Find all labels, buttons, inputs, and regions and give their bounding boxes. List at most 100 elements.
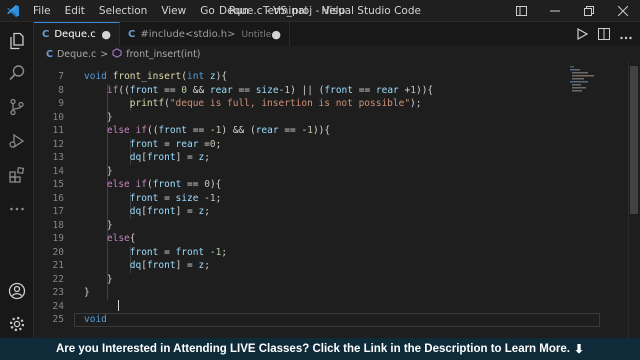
banner-text: Are you Interested in Attending LIVE Cla… (55, 343, 570, 355)
code-text: dq[front] = z; (129, 206, 210, 217)
code-line: 9 printf("deque is full, insertion is no… (34, 97, 604, 111)
menu-run[interactable]: Run (222, 0, 256, 22)
unsaved-dot-icon[interactable]: ● (271, 28, 281, 41)
activity-bar (0, 22, 34, 338)
more-actions-icon[interactable] (620, 25, 632, 44)
vertical-scrollbar[interactable] (628, 62, 638, 338)
code-text: front = rear =0; (129, 138, 222, 150)
code-line: 23} (34, 286, 604, 300)
line-number: 7 (58, 71, 64, 82)
menu-bar: File Edit Selection View Go Run Terminal… (26, 0, 352, 22)
settings-gear-icon[interactable] (6, 313, 28, 335)
run-file-icon[interactable] (577, 25, 589, 44)
breadcrumb-separator: > (100, 48, 109, 60)
breadcrumb-file[interactable]: Deque.c (57, 49, 96, 60)
tab-deque-c[interactable]: C Deque.c ● (34, 22, 120, 46)
tab-untitled-1[interactable]: C #include<stdio.h> Untitled-1 ● (120, 22, 290, 46)
code-text: front = front -1; (129, 246, 228, 258)
line-number: 10 (52, 111, 64, 123)
search-icon[interactable] (6, 62, 28, 84)
menu-file[interactable]: File (26, 0, 58, 22)
code-text: dq[front] = z; (129, 152, 210, 163)
code-text: void (84, 314, 107, 325)
down-arrow-icon: ⬇ (573, 342, 585, 356)
menu-edit[interactable]: Edit (58, 0, 92, 22)
code-line: 24 (34, 300, 604, 314)
code-text: printf("deque is full, insertion is not … (129, 98, 422, 109)
menu-terminal[interactable]: Terminal (256, 0, 314, 22)
layout-icon[interactable] (504, 0, 538, 22)
breadcrumb: C Deque.c > front_insert(int) (34, 47, 640, 61)
menu-help[interactable]: Help (314, 0, 352, 22)
unsaved-dot-icon[interactable]: ● (101, 28, 111, 41)
close-icon[interactable] (606, 0, 640, 22)
code-line: 21 dq[front] = z; (34, 259, 604, 273)
menu-selection[interactable]: Selection (92, 0, 154, 22)
code-line: 17 dq[front] = z; (34, 205, 604, 219)
code-line: 13 dq[front] = z; (34, 151, 604, 165)
line-number: 9 (58, 98, 64, 109)
scrollbar-thumb[interactable] (630, 66, 638, 214)
line-number: 24 (52, 300, 64, 312)
code-line: 20 front = front -1; (34, 246, 604, 260)
code-line: 16 front = size -1; (34, 192, 604, 206)
tab-label: Deque.c (54, 29, 96, 40)
code-line: 25 void (34, 313, 604, 327)
line-number: 20 (52, 246, 64, 258)
code-text: void front_insert(int z){ (84, 71, 228, 82)
more-icon[interactable] (6, 198, 28, 220)
code-text: front = size -1; (129, 192, 222, 204)
tab-label: #include<stdio.h> (140, 28, 236, 40)
menu-go[interactable]: Go (193, 0, 222, 22)
line-number: 18 (52, 219, 64, 231)
code-editor[interactable]: 7 void front_insert(int z){ 8 if((front ==… (34, 62, 624, 338)
explorer-icon[interactable] (6, 30, 28, 52)
editor-tab-bar: C Deque.c ● C #include<stdio.h> Untitled-… (34, 22, 640, 46)
promo-banner[interactable]: Are you Interested in Attending LIVE Cla… (0, 338, 640, 360)
line-number: 23 (52, 287, 64, 298)
line-number: 14 (52, 165, 64, 177)
window-controls (504, 0, 640, 22)
line-number: 8 (58, 84, 64, 96)
code-line: 19 else{ (34, 232, 604, 246)
c-language-icon: C (128, 28, 136, 40)
code-line: 11 else if((front == -1) && (rear == -1)… (34, 124, 604, 138)
line-number: 25 (52, 314, 64, 325)
title-bar: File Edit Selection View Go Run Terminal… (0, 0, 640, 22)
line-number: 21 (52, 260, 64, 271)
line-number: 12 (52, 138, 64, 150)
code-line: 14 } (34, 165, 604, 179)
vscode-logo-icon[interactable] (0, 0, 26, 22)
account-icon[interactable] (6, 280, 28, 302)
code-text: } (84, 165, 113, 177)
line-number: 16 (52, 192, 64, 204)
run-debug-icon[interactable] (6, 130, 28, 152)
code-line: 10 } (34, 111, 604, 125)
line-number: 19 (52, 233, 64, 244)
line-number: 22 (52, 273, 64, 285)
line-number: 15 (52, 179, 64, 190)
code-text: } (84, 111, 113, 123)
source-control-icon[interactable] (6, 96, 28, 118)
split-editor-icon[interactable] (598, 25, 610, 44)
restore-icon[interactable] (572, 0, 606, 22)
line-number: 13 (52, 152, 64, 163)
extensions-icon[interactable] (6, 164, 28, 186)
editor-actions (577, 22, 632, 46)
c-language-icon: C (42, 29, 50, 40)
function-icon (112, 47, 122, 61)
code-text: dq[front] = z; (129, 260, 210, 271)
minimap[interactable] (566, 62, 624, 338)
breadcrumb-symbol[interactable]: front_insert(int) (126, 49, 200, 60)
menu-view[interactable]: View (154, 0, 193, 22)
code-line: 7 void front_insert(int z){ (34, 70, 604, 84)
c-language-icon: C (46, 48, 53, 60)
line-number: 11 (52, 125, 64, 136)
code-line: 8 if((front == 0 && rear == size-1) || (… (34, 84, 604, 98)
minimize-icon[interactable] (538, 0, 572, 22)
code-text: else if(front == 0){ (106, 179, 222, 190)
code-line: 22 } (34, 273, 604, 287)
line-number: 17 (52, 206, 64, 217)
code-line: 15 else if(front == 0){ (34, 178, 604, 192)
code-text: else if((front == -1) && (rear == -1)){ (106, 125, 331, 136)
